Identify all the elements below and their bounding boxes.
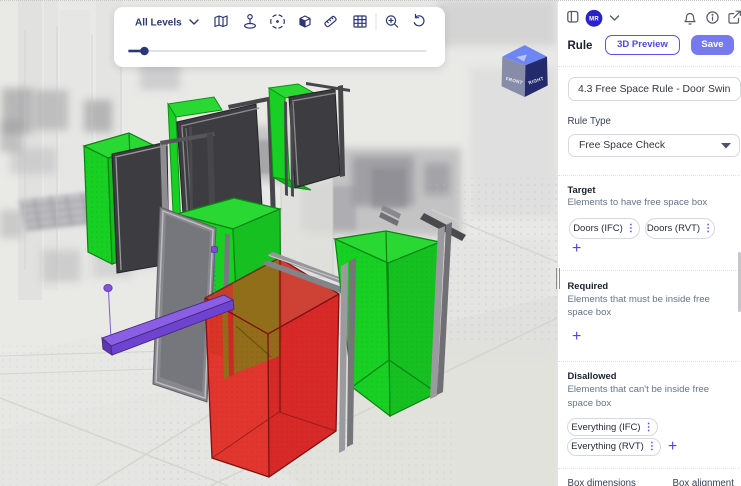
svg-text:MR: MR	[589, 16, 599, 22]
svg-text:All Levels: All Levels	[135, 18, 182, 29]
